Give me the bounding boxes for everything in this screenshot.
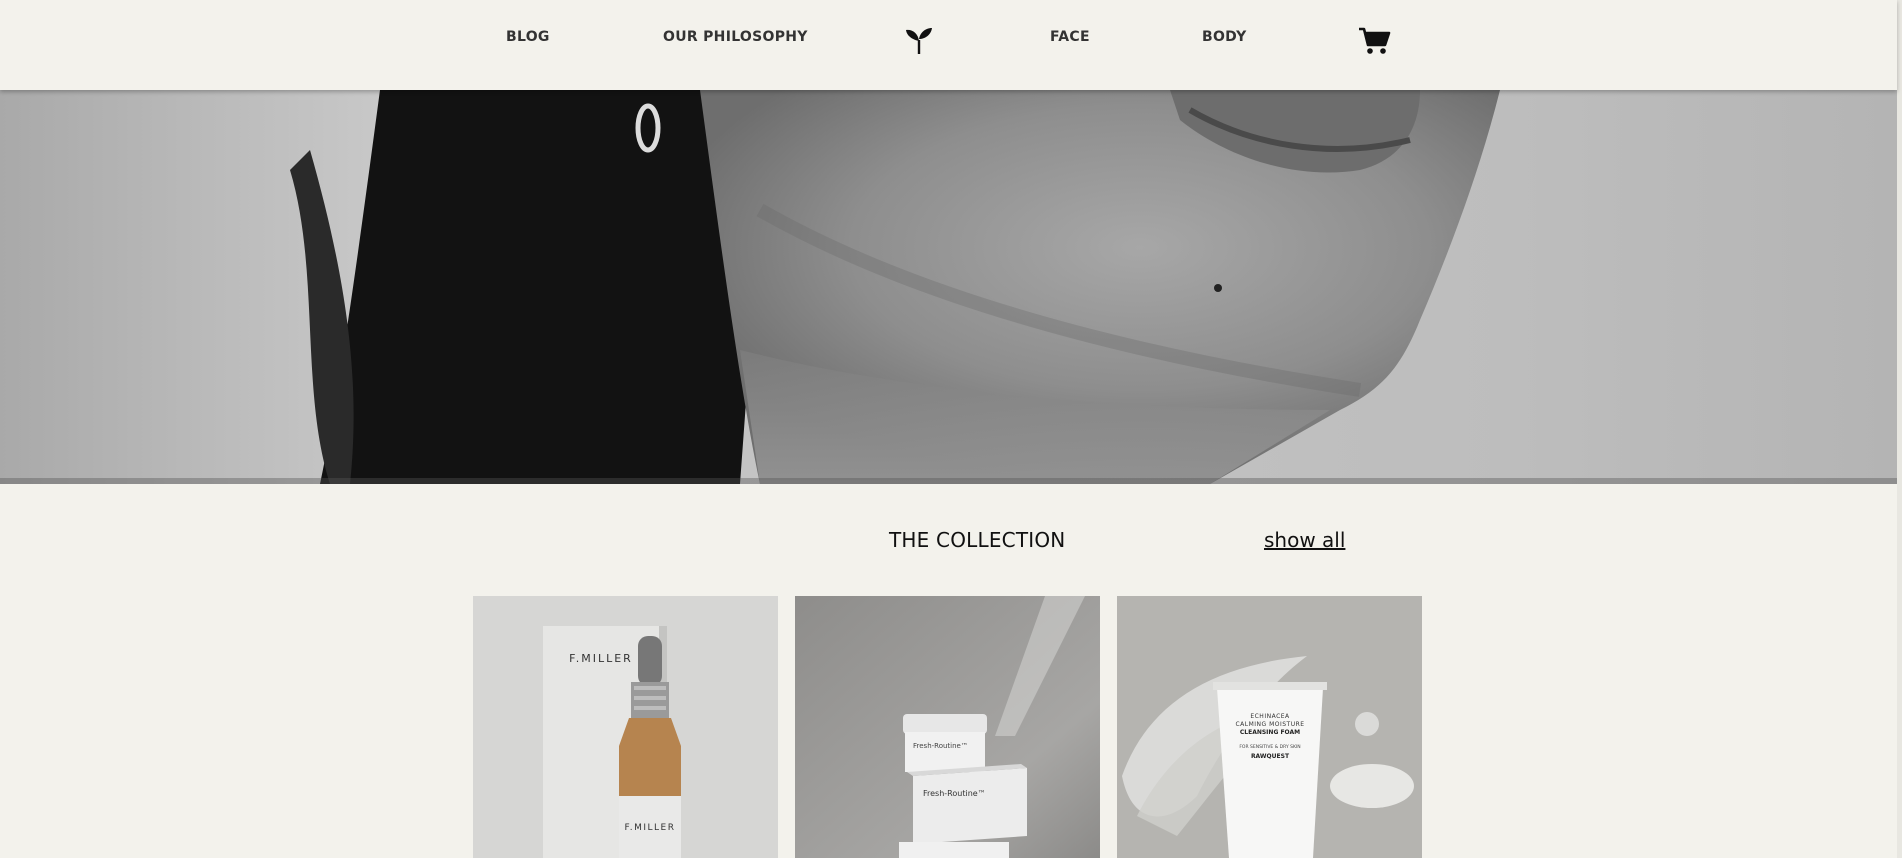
- tube-label-line4: FOR SENSITIVE & DRY SKIN: [1239, 744, 1300, 750]
- product-card-cleanser[interactable]: ECHINACEA CALMING MOISTURE CLEANSING FOA…: [1117, 596, 1422, 858]
- sprout-icon[interactable]: [904, 26, 934, 56]
- tube-label-line1: ECHINACEA: [1250, 713, 1290, 720]
- nav-body[interactable]: BODY: [1202, 29, 1247, 45]
- product-card-cream[interactable]: Fresh-Routine™ Fresh-Routine™: [795, 596, 1100, 858]
- product-bottle-label: F.MILLER: [625, 823, 676, 833]
- nav-blog[interactable]: BLOG: [506, 29, 550, 45]
- box-label: Fresh-Routine™: [923, 789, 986, 798]
- product-card-serum[interactable]: F.MILLER F.MILLER: [473, 596, 778, 858]
- nav-our-philosophy[interactable]: OUR PHILOSOPHY: [663, 29, 808, 45]
- site-header: BLOG OUR PHILOSOPHY FACE BODY: [0, 0, 1897, 90]
- scrollbar[interactable]: [1897, 0, 1902, 858]
- jar-label: Fresh-Routine™: [913, 742, 968, 750]
- show-all-link[interactable]: show all: [1264, 528, 1345, 552]
- tube-brand: RAWQUEST: [1251, 753, 1290, 760]
- collection-title: THE COLLECTION: [889, 528, 1066, 552]
- tube-label-line3: CLEANSING FOAM: [1240, 729, 1300, 736]
- product-box-label: F.MILLER: [569, 652, 633, 665]
- tube-label-line2: CALMING MOISTURE: [1235, 721, 1304, 728]
- cart-icon[interactable]: [1358, 26, 1392, 56]
- hero-image: [0, 90, 1897, 484]
- nav-face[interactable]: FACE: [1050, 29, 1090, 45]
